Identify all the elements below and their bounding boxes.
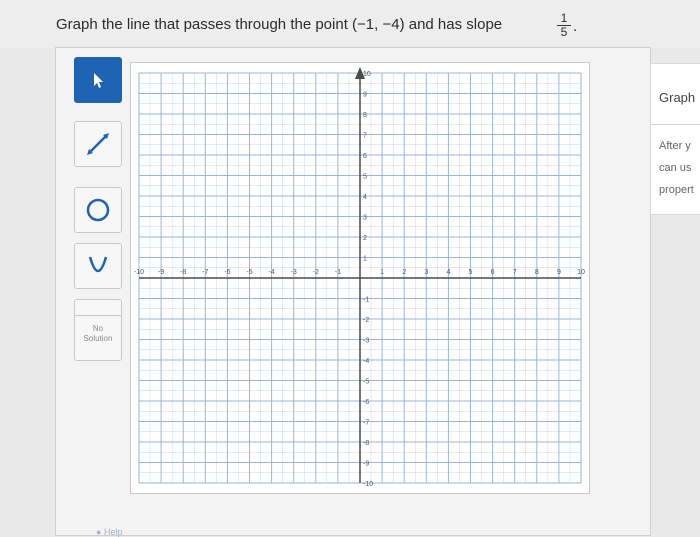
x-tick-label: 10	[577, 269, 585, 276]
side-panel: Graph After y can us propert	[650, 63, 700, 215]
y-tick-label: -3	[363, 338, 369, 345]
y-tick-label: 5	[363, 174, 367, 181]
question-period: .	[573, 18, 578, 35]
x-tick-label: 8	[535, 269, 539, 276]
x-tick-label: -6	[224, 269, 230, 276]
question-text: Graph the line that passes through the p…	[56, 16, 503, 33]
circle-tool-button[interactable]	[74, 187, 122, 233]
y-tick-label: -4	[363, 358, 369, 365]
x-tick-label: 1	[380, 269, 384, 276]
x-tick-label: 4	[446, 269, 450, 276]
x-tick-label: -4	[268, 269, 274, 276]
y-tick-label: 1	[363, 256, 367, 263]
x-tick-label: -1	[335, 269, 341, 276]
help-icon: ●	[96, 527, 102, 537]
help-label: Help	[103, 527, 123, 537]
y-tick-label: 10	[363, 71, 371, 78]
y-tick-label: 9	[363, 92, 367, 99]
side-panel-line: After y	[659, 140, 691, 152]
line-tool-button[interactable]	[74, 121, 122, 167]
side-panel-line: propert	[659, 184, 694, 196]
slope-numerator: 1	[557, 12, 571, 26]
y-tick-label: -9	[363, 461, 369, 468]
x-tick-label: 2	[402, 269, 406, 276]
help-link[interactable]: ● Help	[96, 527, 122, 537]
coordinate-grid[interactable]: -10 -9 -8 -7 -6 -5 -4 -3 -2 -1 1 2 3 4 5 6 7 8 9 10 10 9 8 7 6 5 4…	[130, 62, 590, 494]
x-tick-label: -7	[202, 269, 208, 276]
y-tick-label: -2	[363, 317, 369, 324]
y-tick-label: -7	[363, 420, 369, 427]
circle-icon	[86, 198, 110, 222]
line-segment-icon	[87, 133, 109, 155]
slope-fraction: 1 5	[557, 12, 571, 39]
y-tick-label: -10	[363, 481, 373, 488]
no-solution-label-line2: Solution	[83, 334, 113, 343]
pointer-tool-button[interactable]	[74, 57, 122, 103]
x-tick-label: 3	[424, 269, 428, 276]
x-tick-label: -10	[134, 269, 144, 276]
y-tick-label: 6	[363, 153, 367, 160]
x-tick-label: 7	[513, 269, 517, 276]
graph-toolbar: No Solution ● Help	[74, 57, 134, 537]
x-tick-label: 9	[557, 269, 561, 276]
problem-header: Graph the line that passes through the p…	[0, 0, 700, 48]
grid-canvas[interactable]: -10 -9 -8 -7 -6 -5 -4 -3 -2 -1 1 2 3 4 5 6 7 8 9 10 10 9 8 7 6 5 4…	[131, 63, 589, 493]
slope-denominator: 5	[560, 25, 568, 39]
y-tick-label: 2	[363, 235, 367, 242]
x-tick-label: 6	[491, 269, 495, 276]
x-tick-label: -8	[180, 269, 186, 276]
y-tick-label: 7	[363, 133, 367, 140]
x-tick-label: 5	[469, 269, 473, 276]
y-tick-label: 4	[363, 194, 367, 201]
side-panel-divider	[651, 124, 700, 125]
x-tick-label: -2	[313, 269, 319, 276]
arrow-cursor-icon	[94, 73, 103, 88]
y-tick-label: 3	[363, 215, 367, 222]
no-solution-label-line1: No	[92, 324, 104, 333]
y-tick-label: -6	[363, 399, 369, 406]
side-panel-line: can us	[659, 162, 692, 174]
y-tick-label: 8	[363, 112, 367, 119]
x-tick-label: -9	[158, 269, 164, 276]
y-tick-label: -8	[363, 440, 369, 447]
x-tick-label: -3	[291, 269, 297, 276]
parabola-tool-button[interactable]	[74, 243, 122, 289]
y-tick-label: -1	[363, 297, 369, 304]
no-solution-button[interactable]: No Solution	[74, 315, 122, 361]
x-tick-label: -5	[246, 269, 252, 276]
side-panel-title: Graph	[659, 90, 696, 105]
parabola-icon	[88, 256, 108, 273]
y-tick-label: -5	[363, 379, 369, 386]
